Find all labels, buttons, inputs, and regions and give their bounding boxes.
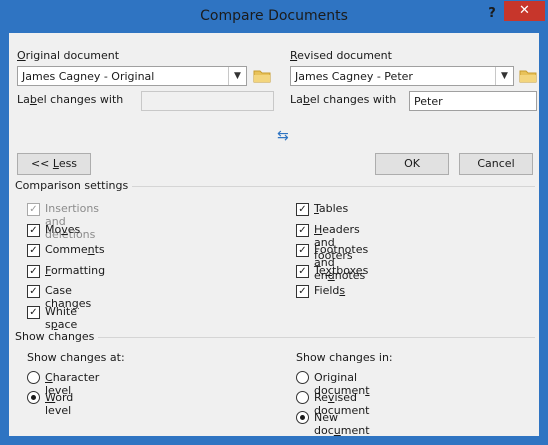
radio-empty-icon — [296, 371, 309, 384]
cancel-button[interactable]: Cancel — [459, 153, 533, 175]
checkmark-icon: ✓ — [27, 285, 40, 298]
ok-button[interactable]: OK — [375, 153, 449, 175]
radio-selected-icon — [27, 391, 40, 404]
dialog-body: Original document James Cagney - Origina… — [9, 33, 539, 437]
radio-selected-icon — [296, 411, 309, 424]
help-button[interactable]: ? — [485, 6, 499, 21]
close-button[interactable]: ✕ — [504, 1, 545, 21]
radio-empty-icon — [296, 391, 309, 404]
show-changes-in-heading: Show changes in: — [296, 351, 393, 364]
revised-label-changes-input[interactable]: Peter — [409, 91, 537, 111]
checkmark-icon: ✓ — [296, 224, 309, 237]
checkmark-icon: ✓ — [27, 306, 40, 319]
less-button[interactable]: << Less — [17, 153, 91, 175]
show-changes-title: Show changes — [15, 330, 99, 343]
revised-document-heading: Revised document — [290, 49, 392, 62]
chevron-down-icon[interactable]: ▼ — [495, 67, 513, 85]
checkmark-icon: ✓ — [27, 265, 40, 278]
chevron-down-icon[interactable]: ▼ — [228, 67, 246, 85]
original-document-heading: Original document — [17, 49, 120, 62]
checkmark-icon: ✓ — [27, 224, 40, 237]
original-label-changes-label: Label changes with — [17, 93, 124, 106]
show-changes-section: Show changes — [15, 330, 535, 344]
checkmark-icon: ✓ — [296, 265, 309, 278]
title-bar: Compare Documents ? ✕ — [1, 1, 547, 33]
radio-empty-icon — [27, 371, 40, 384]
checkmark-icon: ✓ — [27, 244, 40, 257]
compare-documents-dialog: Compare Documents ? ✕ Original document … — [0, 0, 548, 445]
comparison-settings-title: Comparison settings — [15, 179, 133, 192]
dialog-title: Compare Documents — [200, 8, 348, 24]
original-label-changes-input — [141, 91, 274, 111]
checkmark-icon: ✓ — [296, 203, 309, 216]
original-document-select[interactable]: James Cagney - Original ▼ — [17, 66, 247, 86]
checkmark-icon: ✓ — [27, 203, 40, 216]
folder-icon[interactable] — [253, 69, 271, 83]
revised-document-select[interactable]: James Cagney - Peter ▼ — [290, 66, 514, 86]
comparison-settings-section: Comparison settings — [15, 179, 535, 193]
folder-icon[interactable] — [519, 69, 537, 83]
original-document-value: James Cagney - Original — [22, 70, 155, 83]
swap-documents-icon[interactable]: ⇆ — [277, 128, 289, 144]
revised-document-value: James Cagney - Peter — [295, 70, 413, 83]
checkmark-icon: ✓ — [296, 244, 309, 257]
show-changes-at-heading: Show changes at: — [27, 351, 125, 364]
checkmark-icon: ✓ — [296, 285, 309, 298]
revised-label-changes-label: Label changes with — [290, 93, 397, 106]
